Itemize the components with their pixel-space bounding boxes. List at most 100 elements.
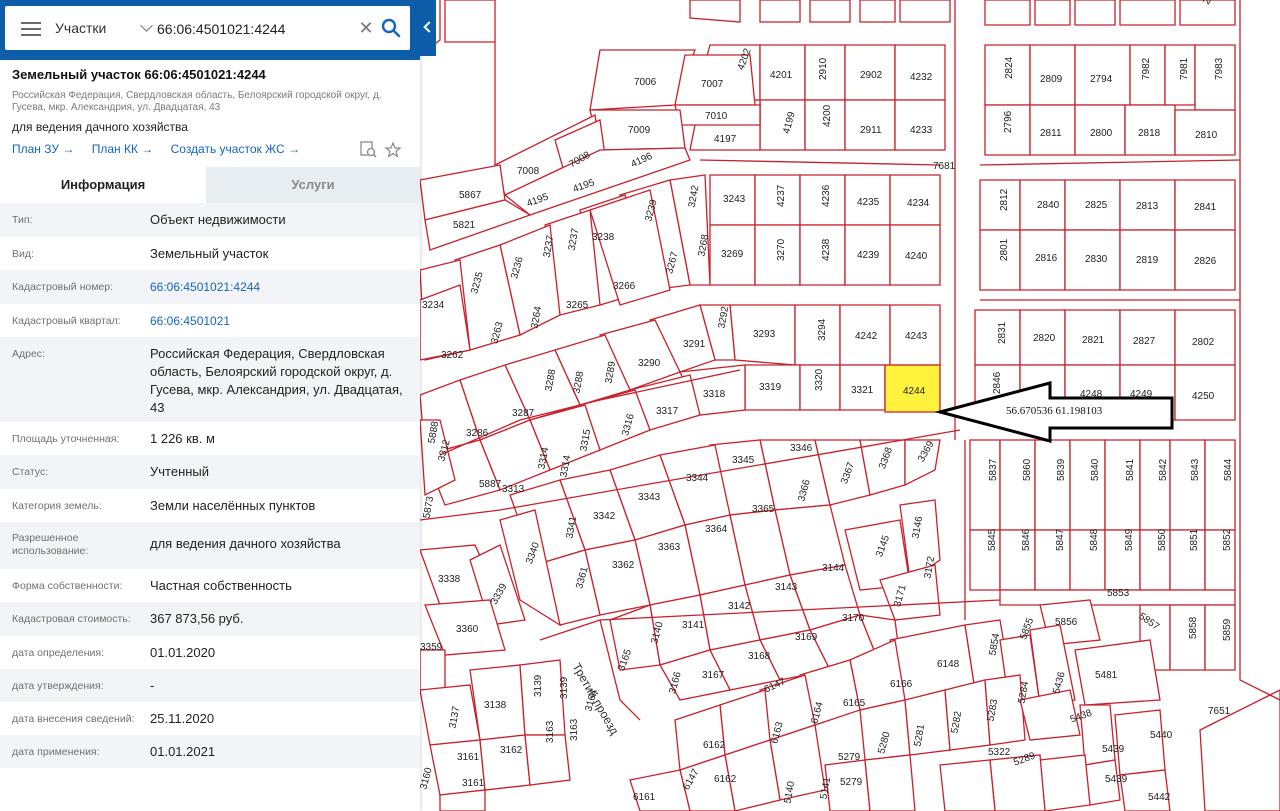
svg-text:3169: 3169 (795, 632, 818, 643)
svg-text:4239: 4239 (857, 250, 880, 261)
svg-text:5842: 5842 (1158, 458, 1169, 481)
svg-text:4236: 4236 (821, 184, 832, 207)
svg-text:3162: 3162 (500, 745, 523, 756)
object-links: План ЗУ → План КК → Создать участок ЖС → (12, 142, 314, 156)
properties-list: Тип: Объект недвижимости Вид: Земельный уча… (0, 203, 420, 768)
property-row: Площадь уточненная: 1 226 кв. м (0, 422, 420, 455)
svg-text:3269: 3269 (721, 249, 744, 260)
clear-icon[interactable]: ✕ (358, 17, 374, 39)
svg-text:2794: 2794 (1090, 74, 1113, 85)
svg-text:5439: 5439 (1102, 744, 1125, 755)
svg-text:5821: 5821 (453, 220, 476, 231)
svg-text:3342: 3342 (593, 511, 616, 522)
plan-zu-link[interactable]: План ЗУ → (12, 142, 74, 156)
svg-text:3294: 3294 (817, 318, 828, 341)
search-input[interactable] (155, 12, 359, 46)
svg-text:2802: 2802 (1192, 337, 1215, 348)
property-key: Форма собственности: (12, 580, 123, 592)
search-icon[interactable] (380, 17, 402, 39)
svg-text:5843: 5843 (1190, 458, 1201, 481)
svg-text:4200: 4200 (822, 104, 833, 127)
chevron-left-icon (423, 21, 435, 33)
svg-text:5847: 5847 (1055, 528, 1066, 551)
chevron-down-icon (140, 19, 153, 32)
svg-text:5851: 5851 (1189, 528, 1200, 551)
search-bar: Участки ✕ (0, 0, 420, 60)
property-key: Категория земель: (12, 500, 102, 512)
svg-text:5440: 5440 (1150, 730, 1173, 741)
svg-text:4235: 4235 (857, 197, 880, 208)
property-value: 01.01.2020 (150, 645, 216, 660)
property-value: Учтенный (150, 464, 210, 479)
star-icon[interactable] (384, 141, 402, 158)
object-address: Российская Федерация, Свердловская облас… (12, 90, 382, 113)
svg-text:3363: 3363 (658, 542, 681, 553)
search-document-icon[interactable] (360, 141, 377, 158)
svg-text:7982: 7982 (1141, 57, 1152, 80)
svg-text:3343: 3343 (638, 492, 661, 503)
svg-text:3365: 3365 (752, 504, 775, 515)
layer-dropdown[interactable]: Участки (55, 6, 153, 50)
tab-services[interactable]: Услуги (206, 167, 420, 203)
property-link[interactable]: 66:06:4501021:4244 (150, 278, 405, 296)
svg-text:2840: 2840 (1037, 200, 1060, 211)
svg-text:5849: 5849 (1124, 528, 1135, 551)
svg-text:4240: 4240 (905, 251, 928, 262)
property-row: дата определения: 01.01.2020 (0, 636, 420, 669)
svg-text:2910: 2910 (818, 57, 829, 80)
svg-text:3317: 3317 (656, 406, 679, 417)
svg-text:5839: 5839 (1056, 458, 1067, 481)
svg-text:3318: 3318 (703, 389, 726, 400)
svg-text:3293: 3293 (753, 329, 776, 340)
property-row: Разрешенное использование: для ведения да… (0, 522, 420, 569)
svg-text:3144: 3144 (822, 563, 845, 574)
svg-text:2801: 2801 (999, 238, 1010, 261)
svg-text:5848: 5848 (1089, 528, 1100, 551)
svg-text:3262: 3262 (441, 350, 464, 361)
svg-text:7681: 7681 (933, 161, 956, 172)
svg-text:2821: 2821 (1082, 335, 1105, 346)
property-link[interactable]: 66:06:4501021 (150, 312, 405, 330)
svg-text:6162: 6162 (703, 740, 726, 751)
svg-text:3359: 3359 (420, 642, 443, 653)
svg-text:3143: 3143 (775, 582, 798, 593)
property-row: Вид: Земельный участок (0, 237, 420, 270)
svg-text:5844: 5844 (1223, 458, 1234, 481)
svg-text:2841: 2841 (1194, 202, 1217, 213)
svg-text:4238: 4238 (821, 238, 832, 261)
svg-text:5322: 5322 (988, 747, 1011, 758)
svg-text:3321: 3321 (851, 385, 874, 396)
svg-text:5442: 5442 (1148, 792, 1171, 803)
svg-text:5279: 5279 (840, 777, 863, 788)
svg-text:5852: 5852 (1222, 528, 1233, 551)
create-parcel-link[interactable]: Создать участок ЖС → (171, 142, 300, 156)
svg-text:6148: 6148 (937, 659, 960, 670)
menu-icon[interactable] (21, 18, 41, 38)
svg-text:5845: 5845 (987, 528, 998, 551)
svg-text:7010: 7010 (705, 111, 728, 122)
svg-text:3286: 3286 (466, 428, 489, 439)
svg-text:2800: 2800 (1090, 128, 1113, 139)
property-value: Земельный участок (150, 246, 269, 261)
svg-text:4244: 4244 (903, 386, 926, 397)
property-value: - (150, 678, 155, 693)
svg-text:3345: 3345 (732, 455, 755, 466)
property-row: Кадастровый квартал: 66:06:4501021 (0, 304, 420, 337)
svg-text:3238: 3238 (592, 232, 615, 243)
property-value: 01.01.2021 (150, 744, 216, 759)
svg-text:3338: 3338 (438, 574, 461, 585)
property-row: дата внесения сведений: 25.11.2020 (0, 702, 420, 735)
collapse-panel-button[interactable] (420, 0, 436, 56)
svg-text:3234: 3234 (422, 300, 445, 311)
svg-text:5837: 5837 (988, 458, 999, 481)
svg-text:3168: 3168 (748, 651, 771, 662)
property-value: 367 873,56 руб. (150, 611, 244, 626)
tab-bar: Информация Услуги (0, 167, 420, 203)
plan-kk-link[interactable]: План КК → (92, 142, 154, 156)
svg-text:3141: 3141 (682, 620, 705, 631)
svg-text:3313: 3313 (502, 484, 525, 495)
property-key: Кадастровая стоимость: (12, 613, 131, 625)
svg-text:3243: 3243 (723, 194, 746, 205)
svg-text:2796: 2796 (1003, 110, 1014, 133)
tab-info[interactable]: Информация (0, 167, 206, 203)
